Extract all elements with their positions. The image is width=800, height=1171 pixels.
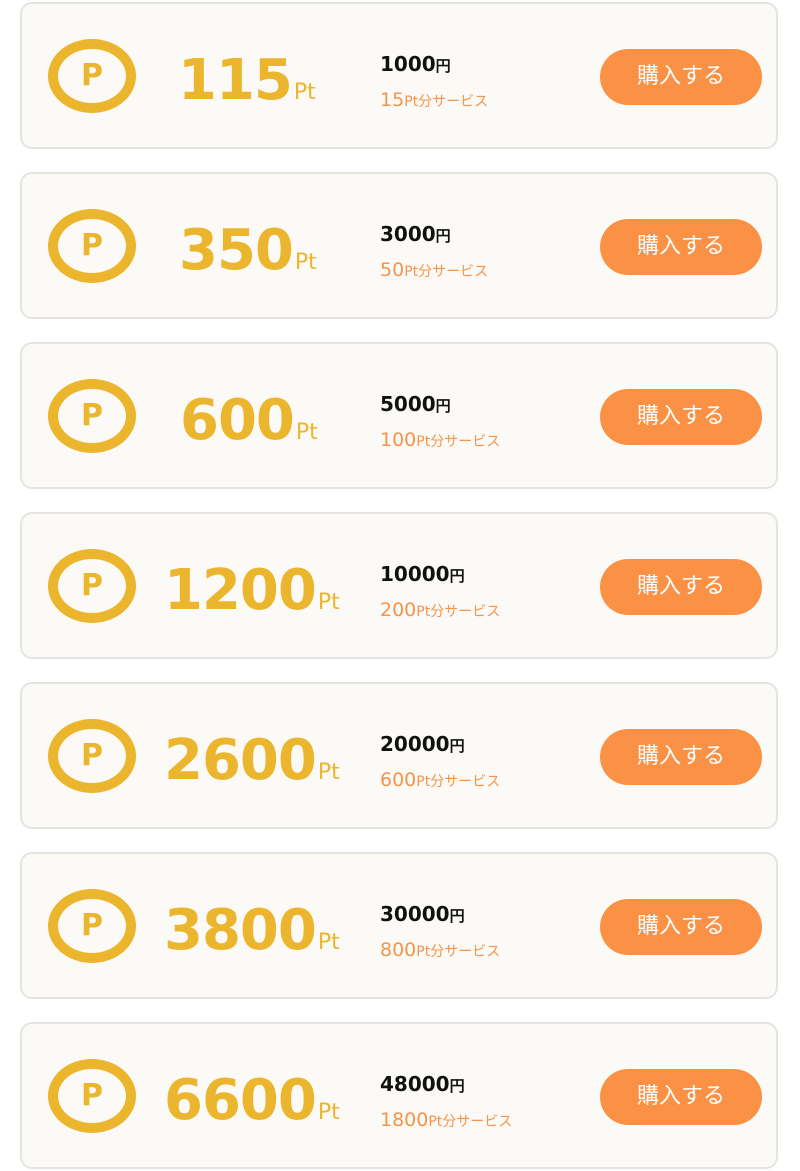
point-amount-value: 2600 [164,728,317,793]
package-card: P 115Pt 1000円 15Pt分サービス 購入する [20,2,778,149]
point-amount-value: 115 [178,48,293,113]
price: 3000円 [380,222,451,248]
bonus-value: 800 [380,939,417,961]
bonus-text: 800Pt分サービス [380,938,500,964]
price-value: 3000 [380,222,436,246]
buy-button[interactable]: 購入する [600,559,762,615]
price: 10000円 [380,562,465,588]
point-amount: 3800Pt [164,896,340,966]
point-icon: P [48,719,136,793]
bonus-suffix: Pt分サービス [416,604,501,620]
point-amount-unit: Pt [317,1100,340,1125]
point-amount-unit: Pt [317,930,340,955]
bonus-text: 100Pt分サービス [380,428,500,454]
price: 48000円 [380,1072,465,1098]
bonus-suffix: Pt分サービス [404,94,489,110]
price-yen: 円 [435,57,451,75]
bonus-text: 600Pt分サービス [380,768,500,794]
price-value: 30000 [380,902,450,926]
point-icon-letter: P [81,908,103,943]
price-yen: 円 [435,397,451,415]
price-yen: 円 [449,1077,465,1095]
point-amount-unit: Pt [294,250,317,275]
point-amount-value: 6600 [164,1068,317,1133]
bonus-suffix: Pt分サービス [416,434,501,450]
bonus-value: 600 [380,769,417,791]
bonus-value: 1800 [380,1109,429,1131]
bonus-suffix: Pt分サービス [428,1114,513,1130]
point-icon-letter: P [81,738,103,773]
point-amount-unit: Pt [317,590,340,615]
price-value: 10000 [380,562,450,586]
bonus-value: 15 [380,89,405,111]
price-yen: 円 [435,227,451,245]
point-amount: 115Pt [178,46,316,116]
bonus-text: 200Pt分サービス [380,598,500,624]
point-amount-unit: Pt [293,80,316,105]
bonus-text: 15Pt分サービス [380,88,488,114]
bonus-value: 50 [380,259,405,281]
bonus-value: 100 [380,429,417,451]
bonus-suffix: Pt分サービス [416,774,501,790]
point-icon: P [48,379,136,453]
price: 30000円 [380,902,465,928]
price: 20000円 [380,732,465,758]
price: 5000円 [380,392,451,418]
bonus-suffix: Pt分サービス [404,264,489,280]
price: 1000円 [380,52,451,78]
point-icon: P [48,889,136,963]
bonus-text: 1800Pt分サービス [380,1108,512,1134]
package-card: P 1200Pt 10000円 200Pt分サービス 購入する [20,512,778,659]
buy-button[interactable]: 購入する [600,219,762,275]
buy-button[interactable]: 購入する [600,49,762,105]
price-value: 5000 [380,392,436,416]
package-card: P 350Pt 3000円 50Pt分サービス 購入する [20,172,778,319]
point-amount-value: 350 [179,218,294,283]
bonus-value: 200 [380,599,417,621]
point-amount-unit: Pt [295,420,318,445]
point-icon: P [48,39,136,113]
buy-button[interactable]: 購入する [600,729,762,785]
point-amount: 2600Pt [164,726,340,796]
point-amount-value: 600 [180,388,295,453]
price-yen: 円 [449,567,465,585]
price-yen: 円 [449,737,465,755]
point-amount: 1200Pt [164,556,340,626]
package-card: P 2600Pt 20000円 600Pt分サービス 購入する [20,682,778,829]
point-icon: P [48,209,136,283]
price-value: 48000 [380,1072,450,1096]
package-card: P 6600Pt 48000円 1800Pt分サービス 購入する [20,1022,778,1169]
point-amount: 600Pt [180,386,318,456]
price-yen: 円 [449,907,465,925]
buy-button[interactable]: 購入する [600,389,762,445]
bonus-suffix: Pt分サービス [416,944,501,960]
point-amount-value: 1200 [164,558,317,623]
point-icon-letter: P [81,398,103,433]
bonus-text: 50Pt分サービス [380,258,488,284]
point-icon: P [48,1059,136,1133]
package-card: P 600Pt 5000円 100Pt分サービス 購入する [20,342,778,489]
buy-button[interactable]: 購入する [600,1069,762,1125]
point-icon-letter: P [81,228,103,263]
point-icon: P [48,549,136,623]
point-amount-value: 3800 [164,898,317,963]
point-icon-letter: P [81,58,103,93]
price-value: 20000 [380,732,450,756]
buy-button[interactable]: 購入する [600,899,762,955]
point-amount: 6600Pt [164,1066,340,1136]
point-icon-letter: P [81,568,103,603]
package-card: P 3800Pt 30000円 800Pt分サービス 購入する [20,852,778,999]
price-value: 1000 [380,52,436,76]
point-amount-unit: Pt [317,760,340,785]
point-amount: 350Pt [179,216,317,286]
point-icon-letter: P [81,1078,103,1113]
